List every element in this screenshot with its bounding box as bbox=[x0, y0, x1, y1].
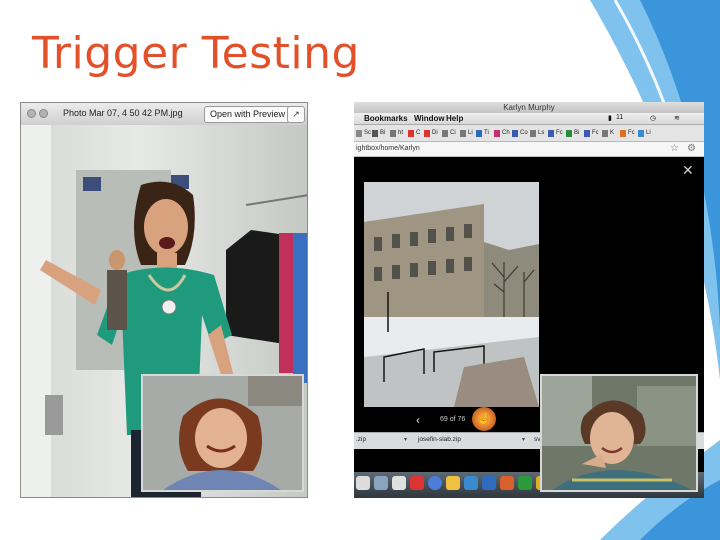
url-text[interactable]: ightbox/home/Karlyn bbox=[356, 145, 420, 152]
image-counter: 69 of 76 bbox=[440, 416, 466, 423]
dock-app-icon[interactable] bbox=[410, 476, 424, 490]
slide-title: Trigger Testing bbox=[32, 28, 360, 79]
photo-snowy-campus bbox=[364, 182, 539, 407]
bookmark-item[interactable]: Ls bbox=[530, 129, 544, 138]
download-item[interactable]: josefin-slab.zip bbox=[418, 436, 461, 443]
hand-pointer-icon[interactable]: ☝ bbox=[472, 407, 496, 431]
bookmarks-bar: Sc Bi ht C Di Ci Li Ti Ch Co Ls Fc Bi Fc… bbox=[354, 125, 704, 142]
share-icon[interactable]: ↗ bbox=[287, 106, 305, 123]
bookmark-item[interactable]: Ci bbox=[442, 129, 456, 138]
fullscreen-icon[interactable] bbox=[39, 109, 48, 118]
previous-image-icon[interactable]: ‹ bbox=[416, 413, 420, 427]
webcam-preview-older-woman bbox=[141, 374, 304, 492]
close-window-icon[interactable] bbox=[27, 109, 36, 118]
finder-icon[interactable] bbox=[356, 476, 370, 490]
bookmark-item[interactable]: Bi bbox=[566, 129, 579, 138]
excel-icon[interactable] bbox=[518, 476, 532, 490]
menu-window[interactable]: Window bbox=[414, 114, 445, 123]
webcam-face-image bbox=[542, 376, 696, 490]
open-with-preview-button[interactable]: Open with Preview bbox=[204, 106, 292, 123]
bookmark-item[interactable]: Li bbox=[460, 129, 473, 138]
dock-app-icon[interactable] bbox=[464, 476, 478, 490]
viewer-titlebar: Photo Mar 07, 4 50 42 PM.jpg Open with P… bbox=[21, 103, 307, 126]
window-owner-title: Karlyn Murphy bbox=[354, 102, 704, 113]
bookmark-item[interactable]: Di bbox=[424, 129, 438, 138]
webcam-preview-young-woman bbox=[540, 374, 698, 492]
photo-filename: Photo Mar 07, 4 50 42 PM.jpg bbox=[63, 108, 183, 118]
address-bar[interactable]: ightbox/home/Karlyn ☆ ⚙ bbox=[354, 142, 704, 157]
bookmark-item[interactable]: Sc bbox=[356, 129, 371, 138]
bookmark-item[interactable]: Ti bbox=[476, 129, 489, 138]
bookmark-item[interactable]: Fc bbox=[620, 129, 635, 138]
menu-help[interactable]: Help bbox=[446, 114, 463, 123]
bookmark-item[interactable]: Ch bbox=[494, 129, 510, 138]
powerpoint-icon[interactable] bbox=[500, 476, 514, 490]
dock-app-icon[interactable] bbox=[374, 476, 388, 490]
bookmark-item[interactable]: C bbox=[408, 129, 420, 138]
bookmark-item[interactable]: Fc bbox=[548, 129, 563, 138]
dock-app-icon[interactable] bbox=[392, 476, 406, 490]
bookmark-star-icon[interactable]: ☆ bbox=[670, 143, 679, 154]
battery-level: 11 bbox=[616, 114, 624, 121]
webcam-face-image bbox=[143, 376, 302, 490]
bookmark-item[interactable]: Co bbox=[512, 129, 528, 138]
download-menu-icon[interactable]: ▾ bbox=[404, 436, 407, 443]
download-item[interactable]: .zip bbox=[356, 436, 366, 443]
menu-bookmarks[interactable]: Bookmarks bbox=[364, 114, 408, 123]
lightbox-photo bbox=[364, 182, 539, 407]
wifi-icon: ≋ bbox=[674, 115, 680, 122]
clock-icon: ◷ bbox=[650, 115, 657, 122]
bookmark-item[interactable]: K bbox=[602, 129, 614, 138]
dock-app-icon[interactable] bbox=[446, 476, 460, 490]
menu-bar: Bookmarks Window Help ▮ 11 ◷ ≋ bbox=[354, 113, 704, 125]
word-icon[interactable] bbox=[482, 476, 496, 490]
bookmark-item[interactable]: Li bbox=[638, 129, 651, 138]
bookmark-item[interactable]: Bi bbox=[372, 129, 385, 138]
lightbox-close-icon[interactable]: ✕ bbox=[682, 162, 694, 179]
settings-wrench-icon[interactable]: ⚙ bbox=[687, 143, 696, 154]
download-menu-icon[interactable]: ▾ bbox=[522, 436, 525, 443]
battery-icon: ▮ bbox=[608, 115, 612, 122]
bookmark-item[interactable]: ht bbox=[390, 129, 403, 138]
bookmark-item[interactable]: Fc bbox=[584, 129, 599, 138]
safari-icon[interactable] bbox=[428, 476, 442, 490]
